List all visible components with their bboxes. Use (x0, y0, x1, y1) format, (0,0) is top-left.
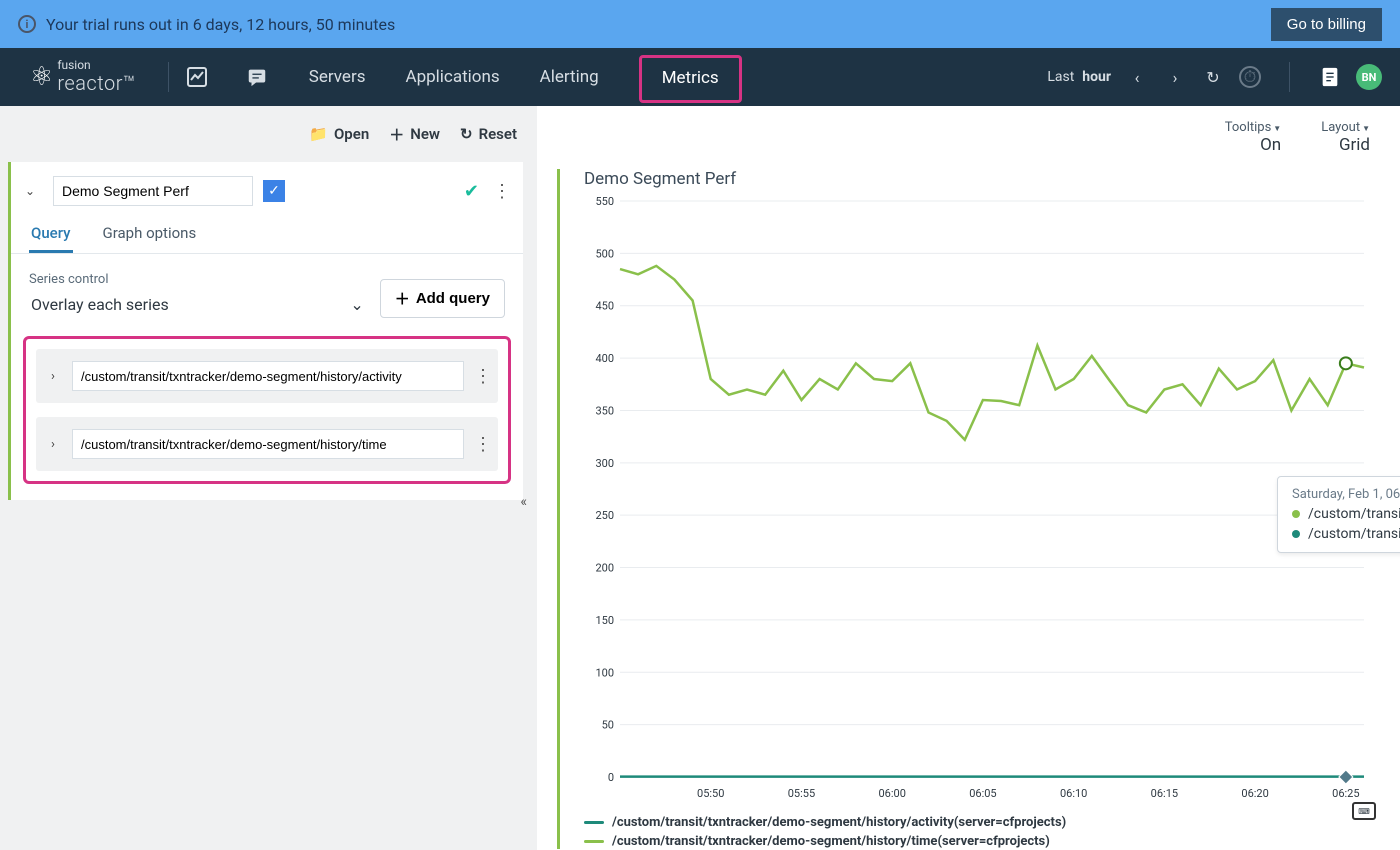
svg-text:550: 550 (595, 195, 614, 208)
keyboard-icon[interactable]: ⌨ (1352, 802, 1376, 820)
clock-icon[interactable]: ⏱ (1239, 66, 1261, 88)
brand-logo[interactable]: ⚛ fusion reactor™ (30, 59, 136, 95)
query-card: ⌄ ✓ ✔ ⋮ Query Graph options Series contr… (8, 162, 523, 500)
nav-servers[interactable]: Servers (303, 67, 372, 87)
svg-text:0: 0 (608, 771, 614, 784)
line-chart[interactable]: 0 50 100 150 200 250 300 350 400 450 500 550 05:50 05… (584, 195, 1374, 807)
time-prev-button[interactable]: ‹ (1125, 65, 1149, 89)
new-button[interactable]: ＋New (389, 124, 440, 145)
folder-icon: 📁 (309, 125, 328, 143)
series-dot (1292, 510, 1300, 518)
chevron-down-icon: ▼ (1362, 124, 1370, 133)
plus-icon: ＋ (395, 288, 410, 309)
chart-container: Demo Segment Perf 0 50 100 150 200 250 300 350 4… (557, 169, 1374, 849)
chart-area-icon[interactable] (183, 63, 211, 91)
tooltip-date: Saturday, Feb 1, 06:26 AM (1292, 487, 1400, 502)
series-control-label: Series control (29, 272, 366, 287)
plus-icon: ＋ (389, 124, 404, 145)
divider (168, 62, 169, 92)
query-path-input[interactable] (72, 361, 464, 391)
info-icon: i (18, 15, 36, 33)
nav-applications[interactable]: Applications (399, 67, 505, 87)
nav-metrics[interactable]: Metrics (633, 67, 748, 87)
svg-text:350: 350 (595, 404, 614, 417)
layout-toggle[interactable]: Layout▼ Grid (1321, 120, 1370, 155)
svg-text:500: 500 (595, 247, 614, 260)
time-range-selector[interactable]: Last hour (1047, 69, 1111, 85)
svg-text:250: 250 (595, 509, 614, 522)
tooltip-row: /custom/transit/txntracker/demo-segment/… (1292, 526, 1400, 542)
panel-toolbar: 📁Open ＋New ↻Reset (0, 106, 537, 162)
svg-text:300: 300 (595, 457, 614, 470)
collapse-panel-icon[interactable]: « (520, 494, 527, 510)
legend-swatch (584, 821, 604, 824)
query-menu-icon[interactable]: ⋮ (474, 434, 490, 455)
svg-text:06:00: 06:00 (878, 787, 905, 800)
svg-text:06:10: 06:10 (1060, 787, 1087, 800)
divider (1289, 62, 1290, 92)
query-row: › ⋮ (36, 417, 498, 471)
svg-text:06:20: 06:20 (1241, 787, 1268, 800)
tooltip-row: /custom/transit/txntracker/demo-segment/… (1292, 506, 1400, 522)
chevron-right-icon[interactable]: › (44, 369, 62, 384)
svg-text:06:05: 06:05 (969, 787, 996, 800)
tab-graph-options[interactable]: Graph options (101, 216, 199, 253)
reset-button[interactable]: ↻Reset (460, 125, 517, 143)
chart-panel: Tooltips▼ On Layout▼ Grid Demo Segment P… (537, 106, 1400, 850)
refresh-icon[interactable]: ↻ (1201, 65, 1225, 89)
open-button[interactable]: 📁Open (309, 125, 369, 143)
trial-message: Your trial runs out in 6 days, 12 hours,… (46, 15, 395, 34)
query-list-highlight: › ⋮ › ⋮ (23, 336, 511, 484)
legend-swatch (584, 840, 604, 843)
add-query-button[interactable]: ＋Add query (380, 279, 505, 318)
chevron-down-icon[interactable]: ⌄ (25, 184, 43, 198)
query-row: › ⋮ (36, 349, 498, 403)
tooltips-toggle[interactable]: Tooltips▼ On (1225, 120, 1281, 155)
card-menu-icon[interactable]: ⋮ (493, 181, 509, 202)
trial-bar: i Your trial runs out in 6 days, 12 hour… (0, 0, 1400, 48)
validated-icon: ✔ (464, 181, 479, 202)
document-icon[interactable] (1318, 65, 1342, 89)
chart-title: Demo Segment Perf (584, 169, 1374, 189)
query-path-input[interactable] (72, 429, 464, 459)
user-avatar[interactable]: BN (1356, 64, 1382, 90)
refresh-icon: ↻ (460, 125, 473, 143)
svg-text:150: 150 (595, 614, 614, 627)
graph-title-input[interactable] (53, 176, 253, 206)
svg-text:450: 450 (595, 300, 614, 313)
svg-text:200: 200 (595, 562, 614, 575)
svg-text:06:25: 06:25 (1332, 787, 1359, 800)
svg-text:50: 50 (602, 719, 614, 732)
query-menu-icon[interactable]: ⋮ (474, 366, 490, 387)
visibility-checkbox[interactable]: ✓ (263, 180, 285, 202)
series-control-select[interactable]: Overlay each series ⌄ (29, 291, 366, 318)
legend-item[interactable]: /custom/transit/txntracker/demo-segment/… (584, 815, 1374, 830)
chevron-right-icon[interactable]: › (44, 437, 62, 452)
svg-text:100: 100 (595, 666, 614, 679)
left-panel: 📁Open ＋New ↻Reset ⌄ ✓ ✔ ⋮ Query Graph op… (0, 106, 537, 850)
legend-item[interactable]: /custom/transit/txntracker/demo-segment/… (584, 834, 1374, 849)
nav-alerting[interactable]: Alerting (534, 67, 605, 87)
atom-icon: ⚛ (30, 62, 53, 92)
go-to-billing-button[interactable]: Go to billing (1271, 8, 1382, 41)
chevron-down-icon: ▼ (1273, 124, 1281, 133)
chevron-down-icon: ⌄ (350, 295, 363, 314)
tab-query[interactable]: Query (29, 216, 73, 253)
svg-text:05:55: 05:55 (788, 787, 815, 800)
time-next-button[interactable]: › (1163, 65, 1187, 89)
svg-text:06:15: 06:15 (1151, 787, 1178, 800)
top-nav: ⚛ fusion reactor™ Servers Applications A… (0, 48, 1400, 106)
svg-text:05:50: 05:50 (697, 787, 724, 800)
series-dot (1292, 530, 1300, 538)
svg-text:400: 400 (595, 352, 614, 365)
comment-icon[interactable] (243, 63, 271, 91)
chart-legend: /custom/transit/txntracker/demo-segment/… (584, 815, 1374, 849)
chart-tooltip: Saturday, Feb 1, 06:26 AM /custom/transi… (1277, 476, 1400, 553)
